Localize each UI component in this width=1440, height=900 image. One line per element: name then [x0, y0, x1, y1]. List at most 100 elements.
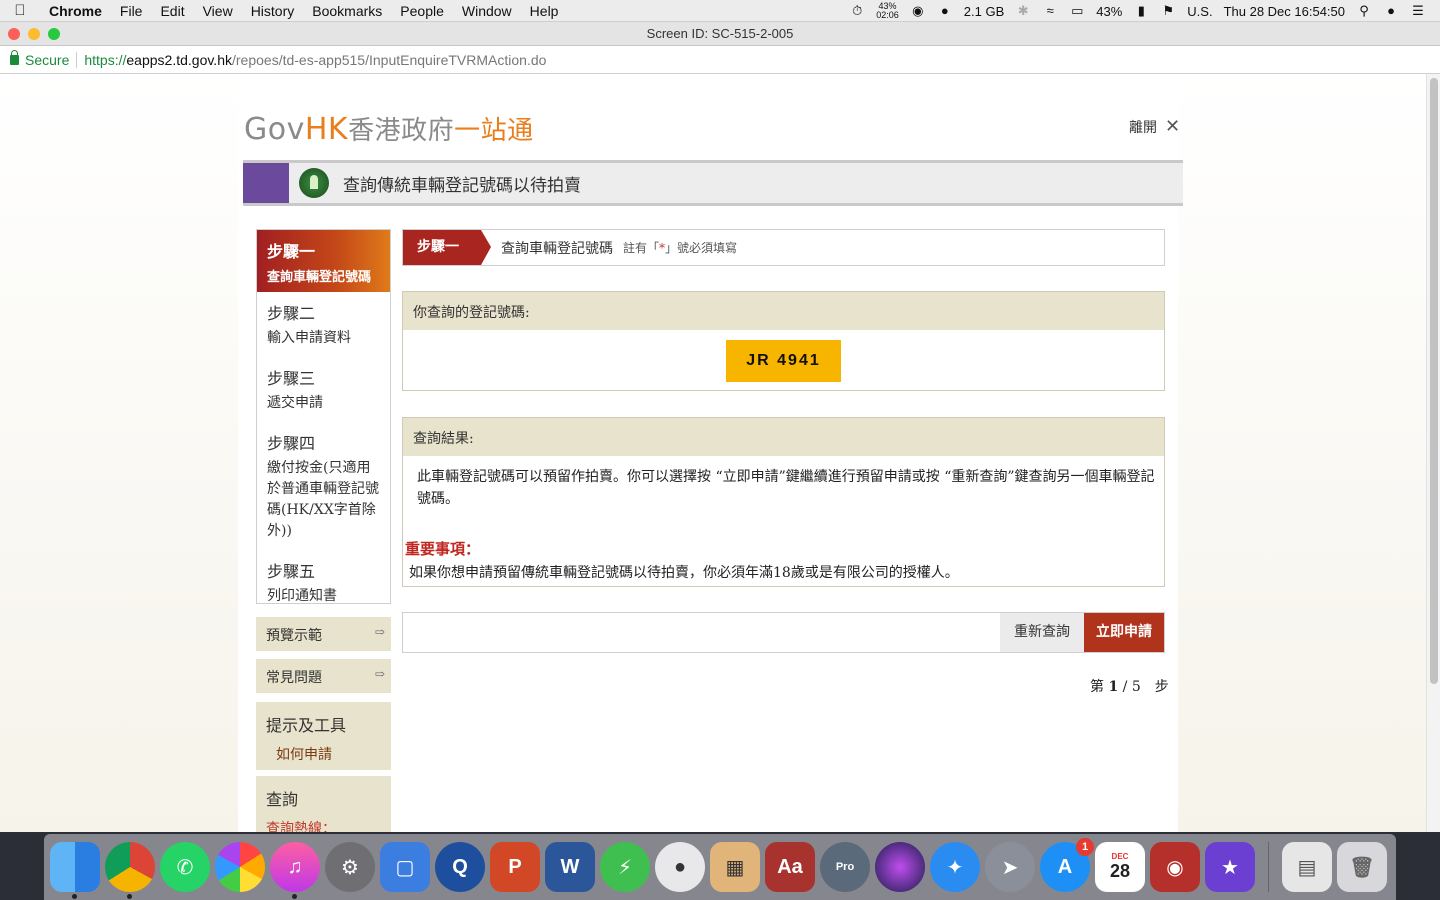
- tips-and-tools-box: 提示及工具 如何申請: [256, 702, 391, 770]
- step-text: 列印通知書: [267, 588, 337, 604]
- us-flag-icon[interactable]: ⚑: [1160, 4, 1176, 18]
- imovie-icon[interactable]: ★: [1205, 842, 1255, 892]
- airplay-icon[interactable]: ▭: [1069, 4, 1085, 18]
- word-icon[interactable]: W: [545, 842, 595, 892]
- cpu-time: 02:06: [876, 10, 899, 20]
- tips-title: 提示及工具: [266, 716, 347, 735]
- menu-help[interactable]: Help: [521, 3, 568, 19]
- menu-app-chrome[interactable]: Chrome: [40, 3, 111, 19]
- enquired-plate-panel: 你查詢的登記號碼: JR 4941: [402, 291, 1165, 391]
- leave-label: 離開: [1129, 118, 1157, 135]
- menu-window[interactable]: Window: [453, 3, 521, 19]
- dictionary-icon[interactable]: Aa: [765, 842, 815, 892]
- calendar-day: 28: [1109, 861, 1131, 881]
- plate-label: 你查詢的登記號碼:: [403, 292, 1164, 330]
- step-navigation: 步驟一 查詢車輛登記號碼 步驟二 輸入申請資料 步驟三 遞交申請 步驟四 繳付按…: [256, 229, 391, 604]
- macos-menubar:  Chrome File Edit View History Bookmark…: [0, 0, 1440, 22]
- privacy-icon[interactable]: ◉: [910, 4, 926, 18]
- close-window-button[interactable]: [8, 28, 20, 40]
- step-number: 步驟一: [267, 242, 316, 261]
- reenquire-button[interactable]: 重新查詢: [1000, 613, 1084, 652]
- powerpoint-icon[interactable]: P: [490, 842, 540, 892]
- menu-file[interactable]: File: [111, 3, 152, 19]
- step-number: 步驟五: [267, 562, 316, 581]
- menu-history[interactable]: History: [242, 3, 304, 19]
- battery-app-icon[interactable]: ⚡: [600, 842, 650, 892]
- timer-icon[interactable]: ⏱: [849, 4, 865, 18]
- scrollbar-thumb[interactable]: [1430, 78, 1438, 684]
- logo-zh-text: 香港政府: [348, 116, 455, 146]
- step-text: 輸入申請資料: [267, 330, 351, 346]
- step-5: 步驟五 列印通知書: [257, 550, 390, 615]
- launchpad-icon[interactable]: ➤: [985, 842, 1035, 892]
- logo-zh-highlight: 一站通: [454, 116, 534, 146]
- service-banner: 查詢傳統車輛登記號碼以待拍賣: [243, 160, 1183, 206]
- update-badge: 1: [1076, 838, 1094, 856]
- secure-label: Secure: [25, 51, 70, 68]
- preview-demo-label: 預覽示範: [266, 628, 322, 644]
- quicktime-icon[interactable]: Q: [435, 842, 485, 892]
- address-bar[interactable]: Secure https:// eapps2.td.gov.hk /repoes…: [0, 46, 1440, 74]
- pro-label: Pro: [835, 861, 855, 873]
- browser-titlebar: Screen ID: SC-515-2-005: [0, 22, 1440, 46]
- logo-gov-text: Gov: [244, 112, 305, 147]
- faq-link[interactable]: 常見問題 ⇨: [256, 659, 391, 693]
- menu-bookmarks[interactable]: Bookmarks: [303, 3, 391, 19]
- transport-department-emblem-icon: [299, 168, 329, 198]
- user-avatar-icon[interactable]: ●: [937, 4, 953, 18]
- minimize-window-button[interactable]: [28, 28, 40, 40]
- enquiry-box: 查詢 查詢熱線：: [256, 776, 391, 832]
- cpu-meter[interactable]: 43% 02:06: [876, 2, 899, 20]
- robot-app-icon[interactable]: ●: [655, 842, 705, 892]
- calendar-icon[interactable]: DEC 28: [1095, 842, 1145, 892]
- finder-icon[interactable]: [50, 842, 100, 899]
- how-to-apply-link[interactable]: 如何申請: [266, 744, 381, 764]
- apple-menu-icon[interactable]: : [0, 2, 40, 19]
- documents-stack-icon[interactable]: ▤: [1282, 842, 1332, 892]
- siri-dock-icon[interactable]: [875, 842, 925, 892]
- zoom-window-button[interactable]: [48, 28, 60, 40]
- system-preferences-icon[interactable]: ⚙: [325, 842, 375, 892]
- menu-edit[interactable]: Edit: [151, 3, 193, 19]
- photo-booth-icon[interactable]: ◉: [1150, 842, 1200, 892]
- url-path: /repoes/td-es-app515/InputEnquireTVRMAct…: [232, 51, 547, 68]
- photos-icon[interactable]: [215, 842, 265, 892]
- app-store-icon[interactable]: A1: [1040, 838, 1094, 892]
- siri-icon[interactable]: ●: [1383, 4, 1399, 18]
- bluetooth-icon[interactable]: ✱: [1015, 4, 1031, 18]
- step-progress: 第 1 / 5 步: [1090, 676, 1169, 696]
- secure-indicator[interactable]: Secure: [0, 49, 70, 68]
- google-earth-pro-icon[interactable]: Pro: [820, 842, 870, 892]
- step-2: 步驟二 輸入申請資料: [257, 292, 390, 357]
- battery-icon[interactable]: ▮: [1133, 4, 1149, 18]
- required-note-pre: 註有「: [623, 241, 660, 255]
- itunes-icon[interactable]: ♫: [270, 842, 320, 899]
- notification-center-icon[interactable]: ☰: [1410, 4, 1426, 18]
- step-number: 步驟二: [267, 304, 316, 323]
- menubar-status-area: ⏱ 43% 02:06 ◉ ● 2.1 GB ✱ ≈ ▭ 43% ▮ ⚑ U.S…: [849, 0, 1426, 22]
- whatsapp-icon[interactable]: ✆: [160, 842, 210, 892]
- apply-now-button[interactable]: 立即申請: [1084, 613, 1164, 652]
- trash-icon[interactable]: 🗑: [1337, 842, 1387, 892]
- safari-icon[interactable]: ✦: [930, 842, 980, 892]
- running-indicator: [292, 894, 297, 899]
- important-message: 如果你想申請預留傳統車輛登記號碼以待拍賣，你必須年滿18歲或是有限公司的授權人。: [409, 565, 959, 581]
- govhk-logo[interactable]: GovHK香港政府一站通: [244, 110, 534, 147]
- memory-usage[interactable]: 2.1 GB: [964, 4, 1004, 19]
- calculator-icon[interactable]: ▦: [710, 842, 760, 892]
- input-source[interactable]: U.S.: [1187, 4, 1212, 19]
- chrome-icon[interactable]: [105, 842, 155, 899]
- menu-view[interactable]: View: [194, 3, 242, 19]
- page-scrollbar[interactable]: [1426, 74, 1440, 832]
- step-text: 查詢車輛登記號碼: [267, 270, 372, 285]
- keynote-icon[interactable]: ▢: [380, 842, 430, 892]
- menu-people[interactable]: People: [391, 3, 453, 19]
- battery-percent[interactable]: 43%: [1096, 4, 1122, 19]
- spotlight-search-icon[interactable]: ⚲: [1356, 4, 1372, 18]
- page-viewport: GovHK香港政府一站通 離開 ✕ 查詢傳統車輛登記號碼以待拍賣 步驟一 查詢車…: [0, 74, 1440, 832]
- wifi-icon[interactable]: ≈: [1042, 4, 1058, 18]
- faq-label: 常見問題: [266, 670, 322, 686]
- clock[interactable]: Thu 28 Dec 16:54:50: [1224, 4, 1345, 19]
- preview-demo-link[interactable]: 預覽示範 ⇨: [256, 617, 391, 651]
- leave-button[interactable]: 離開 ✕: [1129, 116, 1180, 137]
